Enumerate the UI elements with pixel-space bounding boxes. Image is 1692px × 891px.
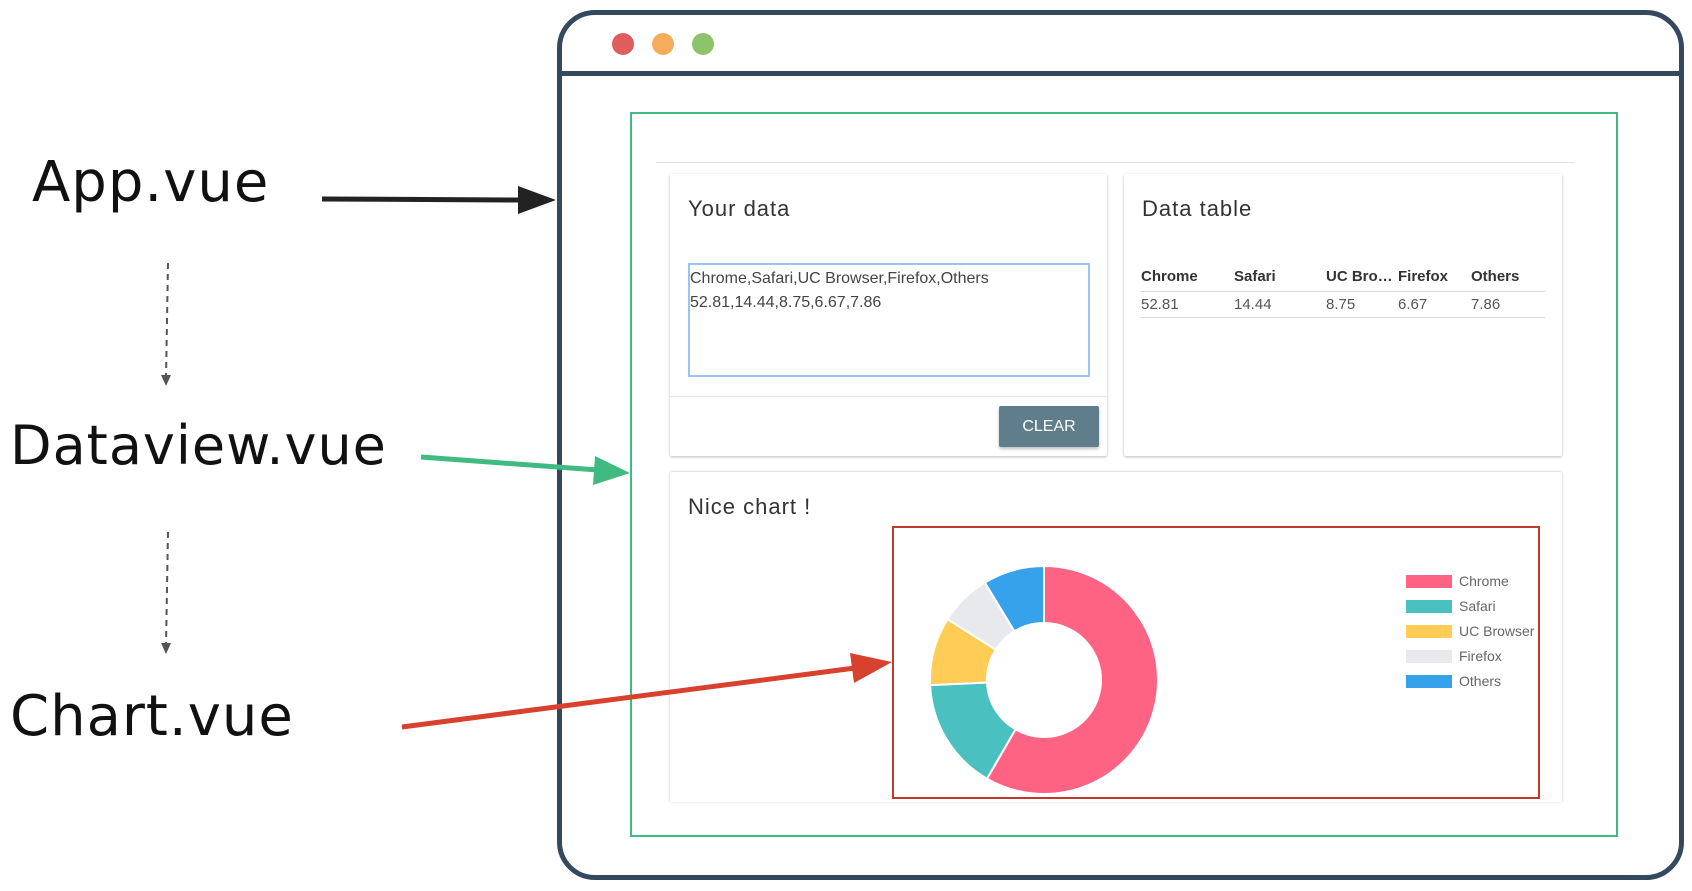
dashed-connector-2 (165, 531, 169, 646)
legend-swatch (1406, 625, 1452, 638)
legend-label: Firefox (1459, 648, 1502, 664)
card-divider (670, 396, 1107, 397)
table-cell: 52.81 (1141, 291, 1234, 318)
table-header-cell: Others (1471, 262, 1545, 292)
dashed-arrowhead-2 (161, 643, 171, 654)
your-data-title: Your data (688, 196, 791, 221)
table-header-cell: Chrome (1141, 262, 1234, 292)
nice-chart-title: Nice chart ! (688, 494, 812, 519)
close-dot-icon[interactable] (612, 33, 634, 55)
your-data-card: Your data CLEAR (670, 174, 1107, 456)
browser-title-bar (562, 15, 1679, 76)
doughnut-chart[interactable] (928, 564, 1160, 796)
legend-label: Safari (1459, 598, 1496, 614)
legend-swatch (1406, 575, 1452, 588)
zoom-dot-icon[interactable] (692, 33, 714, 55)
legend-label: Chrome (1459, 573, 1509, 589)
table-header-row: Chrome Safari UC Bro… Firefox Others (1141, 262, 1545, 292)
legend-swatch (1406, 675, 1452, 688)
data-table: Chrome Safari UC Bro… Firefox Others 52.… (1141, 262, 1545, 318)
data-textarea[interactable] (688, 263, 1090, 377)
top-divider (656, 162, 1574, 163)
table-cell: 7.86 (1471, 291, 1545, 318)
app-arrow (321, 196, 521, 203)
chart-vue-label: Chart.vue (10, 684, 294, 749)
legend-label: UC Browser (1459, 623, 1535, 639)
legend-swatch (1406, 600, 1452, 613)
chart-component-box: Chrome Safari UC Browser Firefox Others (892, 526, 1540, 799)
minimize-dot-icon[interactable] (652, 33, 674, 55)
dataview-vue-label: Dataview.vue (10, 414, 387, 477)
clear-button[interactable]: CLEAR (999, 406, 1099, 447)
table-header-cell: Firefox (1398, 262, 1471, 292)
table-header-cell: UC Bro… (1326, 262, 1398, 292)
app-arrowhead (518, 186, 556, 214)
data-table-card: Data table Chrome Safari UC Bro… Firefox… (1124, 174, 1562, 456)
legend-swatch (1406, 650, 1452, 663)
table-cell: 8.75 (1326, 291, 1398, 318)
app-vue-label: App.vue (32, 150, 270, 215)
table-cell: 6.67 (1398, 291, 1471, 318)
dashed-arrowhead-1 (161, 375, 171, 386)
table-cell: 14.44 (1234, 291, 1326, 318)
legend-label: Others (1459, 673, 1502, 689)
table-header-cell: Safari (1234, 262, 1326, 292)
dashed-connector-1 (165, 262, 169, 379)
table-row: 52.81 14.44 8.75 6.67 7.86 (1141, 291, 1545, 318)
data-table-title: Data table (1142, 196, 1253, 221)
